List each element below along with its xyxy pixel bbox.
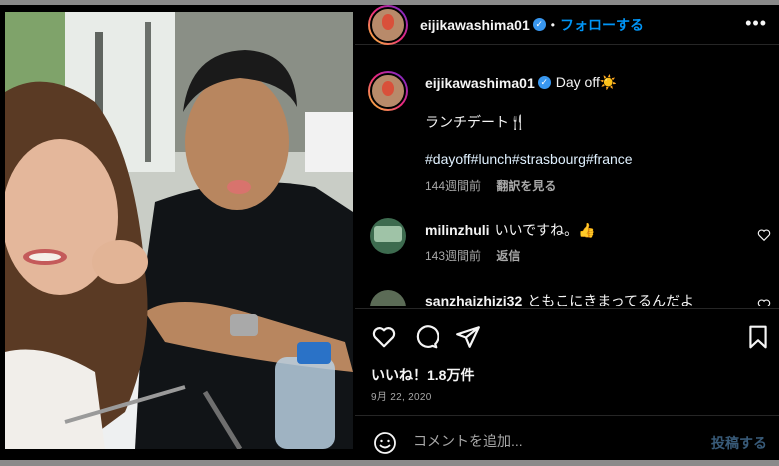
more-options-icon[interactable]: ••• (745, 13, 767, 34)
post-header: eijikawashima01 ✓ • フォローする ••• (355, 4, 779, 45)
comment-like-icon[interactable] (757, 228, 771, 242)
separator-dot: • (550, 17, 555, 32)
divider (355, 415, 779, 416)
header-username[interactable]: eijikawashima01 (420, 17, 530, 33)
action-bar (355, 320, 779, 360)
header-user-line: eijikawashima01 ✓ • フォローする (420, 15, 644, 35)
divider (355, 308, 779, 309)
smiley-icon[interactable] (373, 431, 397, 455)
comment-time[interactable]: 143週間前 (425, 249, 481, 263)
comment-avatar[interactable] (370, 218, 406, 254)
comment-text: ともこにきまってるんだよ (527, 293, 695, 306)
translate-button[interactable]: 翻訳を見る (496, 179, 556, 193)
caption-time[interactable]: 144週間前 (425, 179, 481, 193)
comment-avatar[interactable] (370, 290, 406, 306)
caption-line-2: ランチデート🍴 (425, 114, 527, 130)
comment-row: sanzhaizhizi32 ともこにきまってるんだよ (425, 291, 694, 306)
comment-meta: 143週間前 返信 (425, 247, 520, 264)
paper-plane-icon[interactable] (455, 324, 481, 350)
follow-button[interactable]: フォローする (560, 15, 644, 35)
verified-badge-icon: ✓ (532, 18, 546, 31)
verified-badge-icon: ✓ (537, 76, 551, 89)
bookmark-icon[interactable] (745, 324, 771, 350)
caption-username[interactable]: eijikawashima01 (425, 75, 535, 91)
comment-text: いいですね。👍 (494, 222, 596, 238)
likes-count[interactable]: いいね！1.8万件 (371, 365, 474, 385)
comment-like-icon[interactable] (757, 298, 771, 306)
caption-hashtags[interactable]: #dayoff#lunch#strasbourg#france (425, 151, 633, 167)
post-date[interactable]: 9月 22, 2020 (371, 388, 432, 403)
post-sidebar: eijikawashima01 ✓ • フォローする ••• eijikawas… (355, 4, 779, 460)
comment-composer: 投稿する (355, 423, 779, 460)
caption-line-1: Day off☀️ (555, 74, 618, 90)
instagram-post-window: eijikawashima01 ✓ • フォローする ••• eijikawas… (0, 0, 779, 466)
heart-icon[interactable] (371, 324, 397, 350)
comment-row: milinzhuli いいですね。👍 (425, 220, 596, 240)
comment-input[interactable] (413, 433, 693, 449)
window-bottom-edge (0, 460, 779, 466)
post-photo[interactable] (5, 12, 353, 449)
caption-meta: 144週間前 翻訳を見る (425, 177, 556, 194)
comment-username[interactable]: milinzhuli (425, 222, 490, 238)
caption-header: eijikawashima01 ✓ Day off☀️ (425, 74, 617, 91)
author-avatar[interactable] (368, 4, 408, 45)
comment-username[interactable]: sanzhaizhizi32 (425, 293, 522, 306)
comments-list[interactable]: eijikawashima01 ✓ Day off☀️ ランチデート🍴 #day… (355, 46, 779, 306)
comment-bubble-icon[interactable] (413, 324, 439, 350)
caption-avatar[interactable] (368, 71, 408, 111)
post-comment-button[interactable]: 投稿する (711, 433, 767, 453)
post-image (5, 12, 353, 449)
reply-button[interactable]: 返信 (496, 249, 520, 263)
